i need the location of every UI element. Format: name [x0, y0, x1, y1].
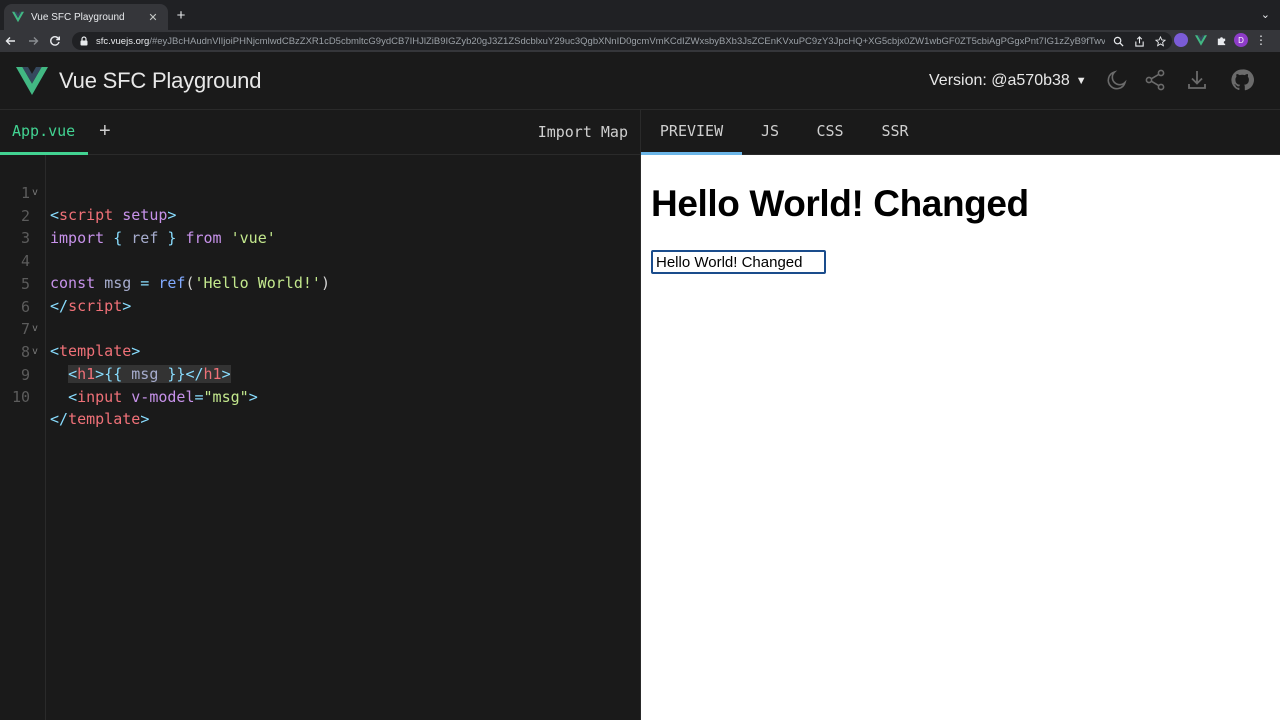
- tab-close-icon[interactable]: ✕: [146, 11, 160, 24]
- browser-tab[interactable]: Vue SFC Playground ✕: [4, 4, 168, 30]
- vue-favicon-icon: [12, 11, 24, 23]
- share-icon[interactable]: [1143, 68, 1167, 92]
- tab-css[interactable]: CSS: [807, 110, 853, 155]
- profile-avatar[interactable]: D: [1234, 33, 1248, 47]
- forward-icon[interactable]: [22, 30, 44, 52]
- vue-devtools-extension-icon[interactable]: [1194, 33, 1208, 47]
- import-map-tab[interactable]: Import Map: [538, 123, 628, 141]
- code-line: 10 </template>: [11, 388, 150, 429]
- code-line: 6: [20, 297, 30, 316]
- github-icon[interactable]: [1230, 68, 1254, 92]
- chevron-down-icon: ▼: [1075, 75, 1087, 87]
- lock-icon[interactable]: [78, 35, 90, 47]
- version-label: Version: @a570b38: [929, 72, 1070, 89]
- browser-tabstrip: Vue SFC Playground ✕ + ⌄: [0, 0, 1280, 30]
- reload-icon[interactable]: [44, 30, 66, 52]
- output-tabs: PREVIEW JS CSS SSR: [641, 110, 1280, 155]
- editor-pane: App.vue + Import Map 1v <script setup> 2…: [0, 110, 640, 720]
- browser-toolbar: sfc.vuejs.org/#eyJBcHAudnVlIjoiPHNjcmlwd…: [0, 30, 1280, 52]
- tab-ssr[interactable]: SSR: [871, 110, 919, 155]
- zoom-icon[interactable]: [1113, 36, 1124, 47]
- preview-heading: Hello World! Changed: [651, 183, 1029, 224]
- code-line: 9 <input v-model="msg">: [20, 365, 258, 406]
- download-icon[interactable]: [1185, 68, 1209, 92]
- tab-title: Vue SFC Playground: [31, 11, 125, 23]
- app-header: Vue SFC Playground Version: @a570b38 ▼: [0, 52, 1280, 110]
- address-bar[interactable]: sfc.vuejs.org/#eyJBcHAudnVlIjoiPHNjcmlwd…: [72, 32, 1172, 50]
- file-tab-app-vue[interactable]: App.vue: [0, 110, 88, 155]
- code-line: 8v <h1>{{ msg }}</h1>: [20, 342, 231, 383]
- tab-js[interactable]: JS: [749, 110, 791, 155]
- share-page-icon[interactable]: [1134, 35, 1145, 47]
- code-line: 4 const msg = ref('Hello World!'): [20, 252, 330, 293]
- bookmark-star-icon[interactable]: [1155, 35, 1166, 47]
- code-line: 5 </script>: [20, 274, 132, 315]
- version-select[interactable]: Version: @a570b38 ▼: [929, 72, 1087, 90]
- url-text: sfc.vuejs.org/#eyJBcHAudnVlIjoiPHNjcmlwd…: [96, 35, 1105, 47]
- file-tabs: App.vue + Import Map: [0, 110, 640, 155]
- new-tab-button[interactable]: +: [172, 6, 190, 26]
- tab-preview[interactable]: PREVIEW: [641, 110, 742, 155]
- extension-1-icon[interactable]: [1174, 33, 1188, 47]
- output-pane: PREVIEW JS CSS SSR Hello World! Changed: [640, 110, 1280, 720]
- back-icon[interactable]: [0, 30, 22, 52]
- code-line: 2 import { ref } from 'vue': [20, 206, 276, 247]
- code-line: 3: [20, 229, 30, 248]
- vue-logo-icon: [16, 67, 48, 95]
- browser-menu-icon[interactable]: ⋮: [1254, 33, 1268, 47]
- preview-text-input[interactable]: [651, 250, 826, 274]
- code-line: 7v <template>: [20, 320, 141, 361]
- app-title: Vue SFC Playground: [59, 68, 262, 93]
- puzzle-extensions-icon[interactable]: [1214, 33, 1228, 47]
- moon-icon[interactable]: [1105, 68, 1129, 92]
- preview-frame: Hello World! Changed: [641, 155, 1280, 720]
- add-file-button[interactable]: +: [99, 120, 111, 143]
- code-line: 1v <script setup>: [20, 184, 177, 224]
- tab-search-icon[interactable]: ⌄: [1261, 8, 1270, 21]
